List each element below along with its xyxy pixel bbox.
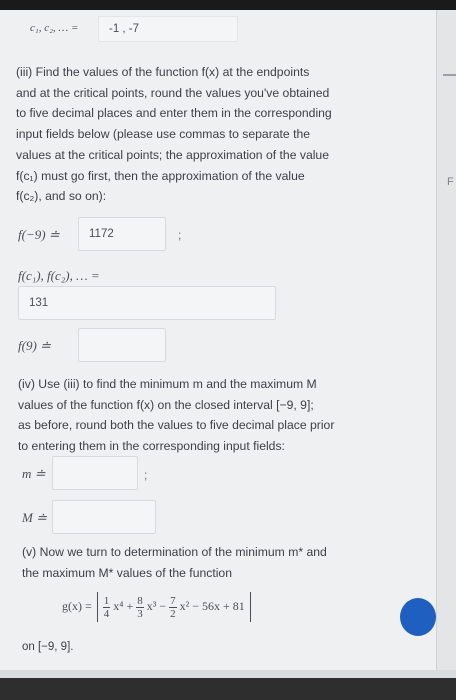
part-iii-text: (iii) Find the values of the function f(… (16, 62, 332, 207)
panel-letter: F (447, 176, 454, 188)
critical-points-field[interactable]: -1 , -7 (98, 16, 238, 42)
g-lhs: g(x) = (62, 598, 92, 613)
separator: ; (144, 468, 148, 482)
f-left-endpoint-field[interactable]: 1172 (78, 217, 166, 251)
f-right-endpoint-field[interactable] (78, 328, 166, 362)
interval-text: on [−9, 9]. (22, 641, 74, 653)
panel-handle[interactable] (443, 74, 456, 76)
text-line: (iv) Use (iii) to find the minimum m and… (18, 377, 317, 391)
minimum-field[interactable] (52, 456, 138, 490)
text-line: f(c₂), and so on): (16, 189, 107, 204)
text-line: f(c₁) must go first, then the approximat… (16, 168, 305, 183)
separator: ; (178, 228, 182, 242)
term: x² − 56x + 81 (179, 598, 245, 613)
fraction: 83 (136, 594, 144, 620)
term: x⁴ + (113, 598, 134, 613)
bottom-strip (0, 670, 456, 678)
quiz-page: c₁, c₂, … = -1 , -7 (iii) Find the value… (0, 10, 436, 670)
abs-bar (96, 592, 98, 622)
f-left-endpoint-label: f(−9) ≐ (18, 227, 60, 242)
part-v-text: (v) Now we turn to determination of the … (22, 542, 327, 583)
f-right-endpoint-label: f(9) ≐ (18, 338, 51, 353)
text-line: input fields below (please use commas to… (16, 127, 311, 142)
fraction: 72 (169, 594, 177, 620)
g-function-formula: g(x) = 14 x⁴ + 83 x³ − 72 x² − 56x + 81 (62, 592, 253, 622)
term: x³ − (146, 598, 167, 613)
maximum-label: M ≐ (22, 510, 47, 525)
text-line: the maximum M* values of the function (22, 565, 232, 580)
f-critical-label: f(c₁), f(c₂), … = (18, 268, 100, 283)
text-line: values at the critical points; the appro… (16, 147, 329, 162)
text-line: to five decimal places and enter them in… (16, 106, 332, 121)
text-line: and at the critical points, round the va… (16, 85, 330, 100)
text-line: (iii) Find the values of the function f(… (16, 65, 310, 79)
maximum-field[interactable] (52, 500, 156, 534)
help-button[interactable] (400, 598, 436, 636)
text-line: as before, round both the values to five… (18, 418, 335, 433)
f-critical-field[interactable]: 131 (18, 286, 276, 320)
text-line: values of the function f(x) on the close… (18, 397, 314, 412)
device-bottom-bar (0, 670, 456, 700)
part-iv-text: (iv) Use (iii) to find the minimum m and… (18, 374, 334, 457)
abs-bar (249, 592, 251, 622)
text-line: to entering them in the corresponding in… (18, 439, 285, 454)
fraction: 14 (102, 594, 111, 620)
right-side-panel: F (436, 10, 456, 670)
text-line: (v) Now we turn to determination of the … (22, 545, 327, 559)
critical-points-label: c₁, c₂, … = (30, 22, 79, 34)
minimum-label: m ≐ (22, 466, 46, 481)
device-top-bar (0, 0, 456, 10)
